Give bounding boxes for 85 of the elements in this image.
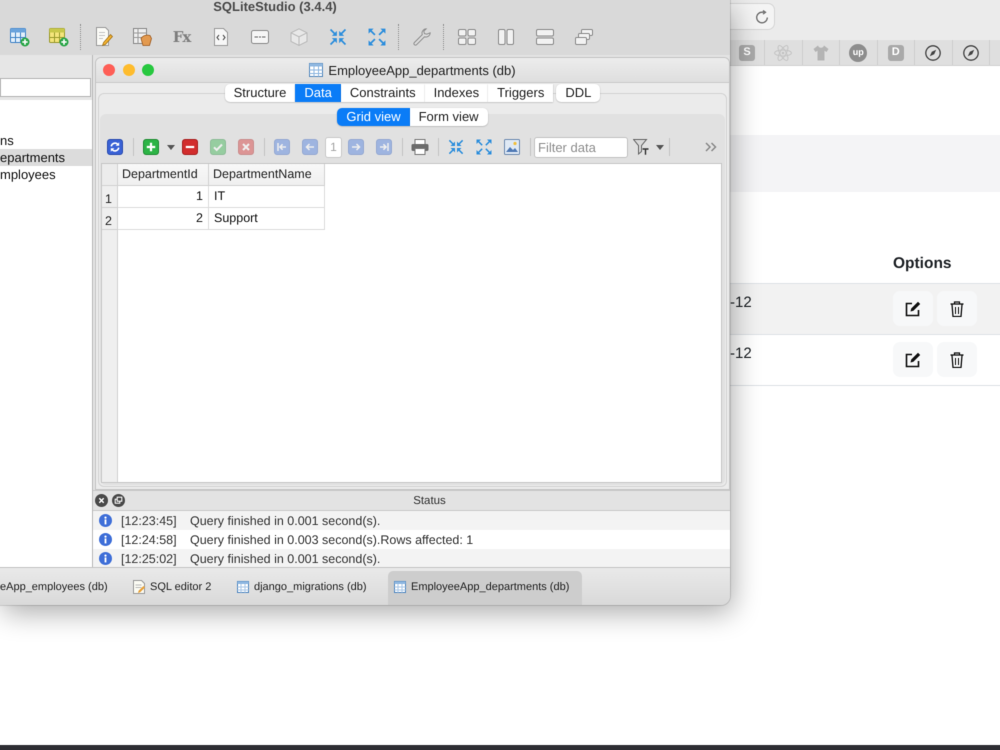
table-cell: 1: [118, 186, 209, 208]
table-cell: 2: [118, 208, 209, 230]
caret-icon[interactable]: [656, 144, 664, 150]
delete-button[interactable]: [937, 291, 977, 326]
table-cell: -12: [730, 345, 752, 362]
window-title: SQLiteStudio (3.4.4): [213, 0, 337, 14]
info-icon: [99, 552, 112, 565]
compass-icon[interactable]: [925, 44, 942, 60]
column-header[interactable]: DepartmentName: [209, 164, 325, 186]
trash-icon: [950, 352, 964, 368]
cube-icon[interactable]: [290, 28, 308, 46]
filter-field[interactable]: Filter data: [534, 136, 628, 158]
tab[interactable]: Structure: [224, 84, 296, 102]
task-tab[interactable]: EmployeeApp_departments (db): [388, 571, 582, 605]
rows-icon[interactable]: [536, 28, 554, 44]
arrows-inward-icon[interactable]: [448, 139, 464, 155]
printer-icon[interactable]: [411, 139, 429, 155]
close-icon[interactable]: [95, 494, 108, 507]
reload-icon[interactable]: [755, 10, 769, 24]
column-header[interactable]: DepartmentId: [118, 164, 209, 186]
task-tab[interactable]: django_migrations (db): [222, 571, 388, 605]
log-time: [12:23:45]: [121, 514, 177, 528]
pencil-square-icon: [905, 352, 921, 368]
address-field[interactable]: [730, 3, 775, 30]
table-cell: IT: [209, 186, 325, 208]
tab[interactable]: Triggers: [488, 84, 554, 102]
row-number: 2: [102, 208, 117, 230]
tab[interactable]: DDL: [556, 84, 600, 102]
log-message: Query finished in 0.001 second(s).: [190, 552, 380, 566]
task-tab[interactable]: eApp_employees (db): [0, 571, 115, 605]
column-header: Options: [893, 255, 952, 273]
table-cell: Support: [209, 208, 325, 230]
edit-button[interactable]: [893, 342, 933, 377]
close-button[interactable]: [103, 64, 115, 76]
plus-icon[interactable]: [143, 139, 159, 155]
arrows-outward-icon[interactable]: [476, 139, 492, 155]
tree-item[interactable]: epartments: [0, 149, 92, 166]
edit-button[interactable]: [893, 291, 933, 326]
tab[interactable]: Indexes: [424, 84, 488, 102]
view-toggle[interactable]: Grid view: [337, 108, 410, 126]
image-icon[interactable]: [504, 139, 520, 155]
wrench-icon[interactable]: [412, 28, 430, 46]
caret-icon[interactable]: [166, 144, 174, 150]
table-icon: [237, 580, 249, 592]
table-icon: [394, 580, 406, 592]
view-toggle[interactable]: Form view: [410, 108, 488, 126]
table-icon: [309, 63, 324, 77]
info-icon: [99, 533, 112, 546]
arrows-outward-icon[interactable]: [368, 28, 386, 46]
tile-grid-icon[interactable]: [458, 28, 476, 44]
log-time: [12:25:02]: [121, 552, 177, 566]
table-cell: -12: [730, 294, 752, 311]
log-message: Query finished in 0.003 second(s).Rows affected: 1: [190, 532, 474, 546]
cascade-icon[interactable]: [574, 28, 592, 44]
panel-title: Status: [413, 494, 446, 506]
refresh-icon[interactable]: [107, 139, 123, 155]
code-document-icon[interactable]: [214, 28, 228, 46]
chevron-double-icon[interactable]: [705, 142, 717, 152]
columns-icon[interactable]: [498, 28, 514, 44]
pencil-square-icon: [905, 300, 921, 316]
window-title: EmployeeApp_departments (db): [328, 62, 516, 78]
tree-item[interactable]: mployees: [0, 166, 92, 183]
arrows-inward-icon[interactable]: [328, 28, 346, 46]
filter-field[interactable]: [0, 78, 91, 97]
document-pencil-icon[interactable]: [94, 27, 113, 46]
trash-icon: [950, 300, 964, 316]
zoom-button[interactable]: [142, 64, 154, 76]
table-add-icon[interactable]: [10, 26, 30, 46]
tree-item[interactable]: ns: [0, 132, 92, 149]
minus-icon[interactable]: [182, 139, 198, 155]
compass-icon[interactable]: [962, 44, 979, 60]
document-pencil-icon: [133, 580, 145, 594]
task-tab[interactable]: SQL editor 2: [115, 571, 222, 605]
table-add-icon[interactable]: [48, 26, 68, 46]
row-number: 1: [102, 186, 117, 208]
info-icon: [99, 514, 112, 527]
tab[interactable]: Constraints: [340, 84, 425, 102]
card-icon[interactable]: [250, 30, 268, 44]
overlapping-squares-icon[interactable]: [112, 494, 125, 507]
log-message: Query finished in 0.001 second(s).: [190, 514, 380, 528]
tab[interactable]: Data: [295, 84, 341, 102]
table-icon[interactable]: [133, 28, 152, 46]
filter-icon[interactable]: [633, 139, 649, 155]
delete-button[interactable]: [937, 342, 977, 377]
log-time: [12:24:58]: [121, 532, 177, 546]
